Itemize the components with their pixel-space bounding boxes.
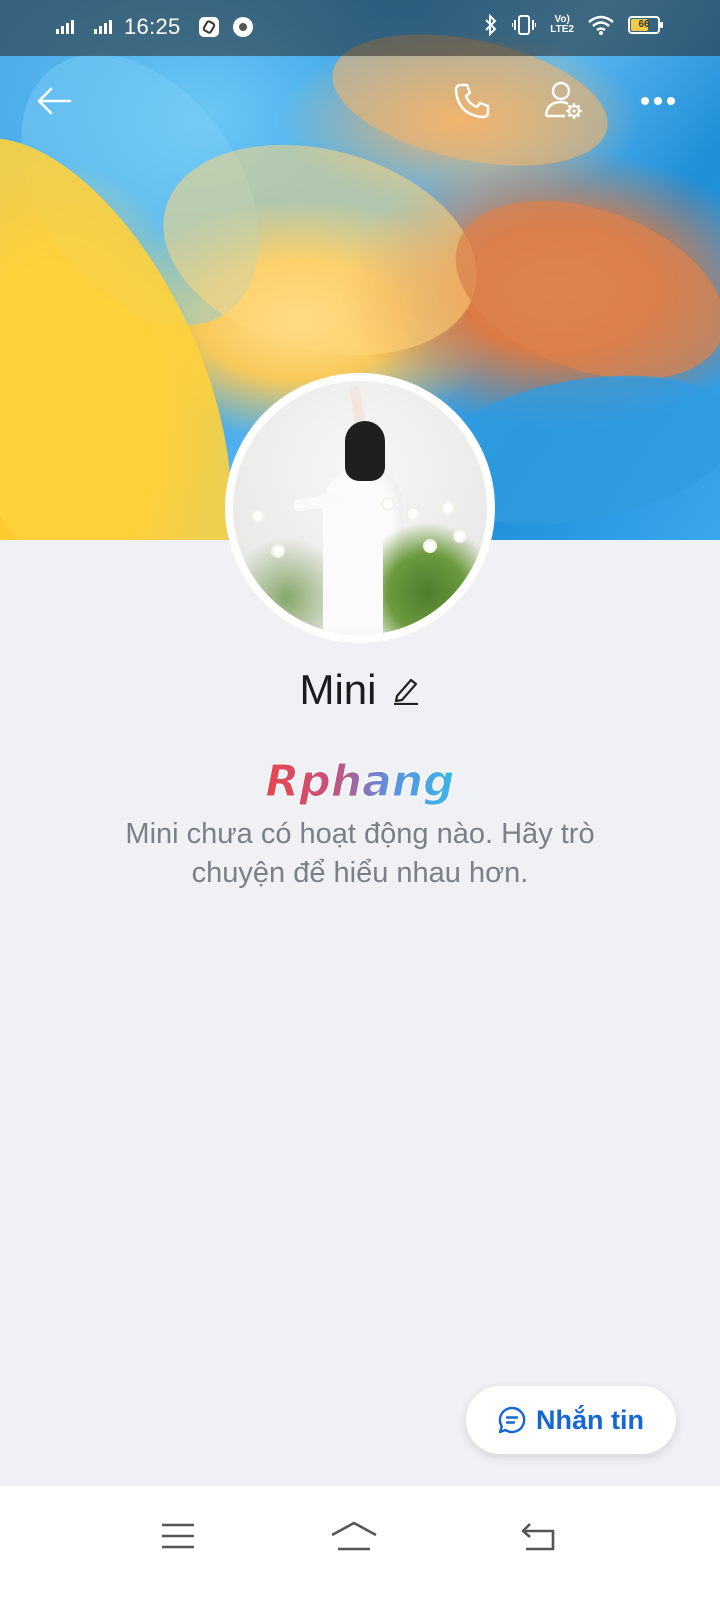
vibrate-icon xyxy=(512,15,537,35)
user-settings-icon xyxy=(544,81,582,119)
empty-activity-message: Mini chưa có hoạt động nào. Hãy trò chuy… xyxy=(125,818,595,889)
signal-icon xyxy=(56,20,74,34)
more-button[interactable] xyxy=(628,66,688,136)
profile-name: Mini xyxy=(299,666,377,713)
status-bar: 16:25 Vo) LTE2 66 xyxy=(0,0,720,56)
message-button[interactable]: Nhắn tin xyxy=(466,1386,676,1454)
message-button-label: Nhắn tin xyxy=(536,1404,644,1435)
bluetooth-icon xyxy=(485,14,497,36)
app-notification-icon xyxy=(198,17,219,37)
battery-icon: 66 xyxy=(628,16,663,34)
home-icon xyxy=(331,1521,377,1551)
signal-icon xyxy=(94,20,112,34)
recent-apps-button[interactable] xyxy=(138,1506,218,1566)
system-nav-bar xyxy=(0,1486,720,1600)
back-icon xyxy=(521,1523,555,1551)
profile-header xyxy=(0,66,720,136)
edit-name-button[interactable] xyxy=(391,675,421,705)
back-button[interactable] xyxy=(24,66,84,136)
avatar-photo xyxy=(233,381,487,635)
menu-icon xyxy=(162,1523,194,1549)
pencil-icon xyxy=(393,678,418,705)
volte-icon: Vo) LTE2 xyxy=(550,15,574,35)
volte-line2: LTE2 xyxy=(550,24,574,35)
call-button[interactable] xyxy=(442,66,502,136)
back-nav-button[interactable] xyxy=(498,1506,578,1566)
more-icon xyxy=(641,97,675,105)
back-arrow-icon xyxy=(37,87,72,115)
watermark-logo: Rphang xyxy=(0,756,720,816)
profile-name-row: Mini xyxy=(0,660,720,720)
battery-level: 66 xyxy=(638,19,650,30)
home-button[interactable] xyxy=(314,1506,394,1566)
phone-call-icon xyxy=(454,83,490,119)
chrome-icon xyxy=(232,17,253,37)
status-time: 16:25 xyxy=(124,14,181,39)
watermark-text: Rphang xyxy=(265,756,454,807)
wifi-icon xyxy=(588,15,614,35)
avatar[interactable] xyxy=(225,373,495,643)
chat-bubble-icon xyxy=(498,1406,526,1434)
profile-settings-button[interactable] xyxy=(534,66,594,136)
